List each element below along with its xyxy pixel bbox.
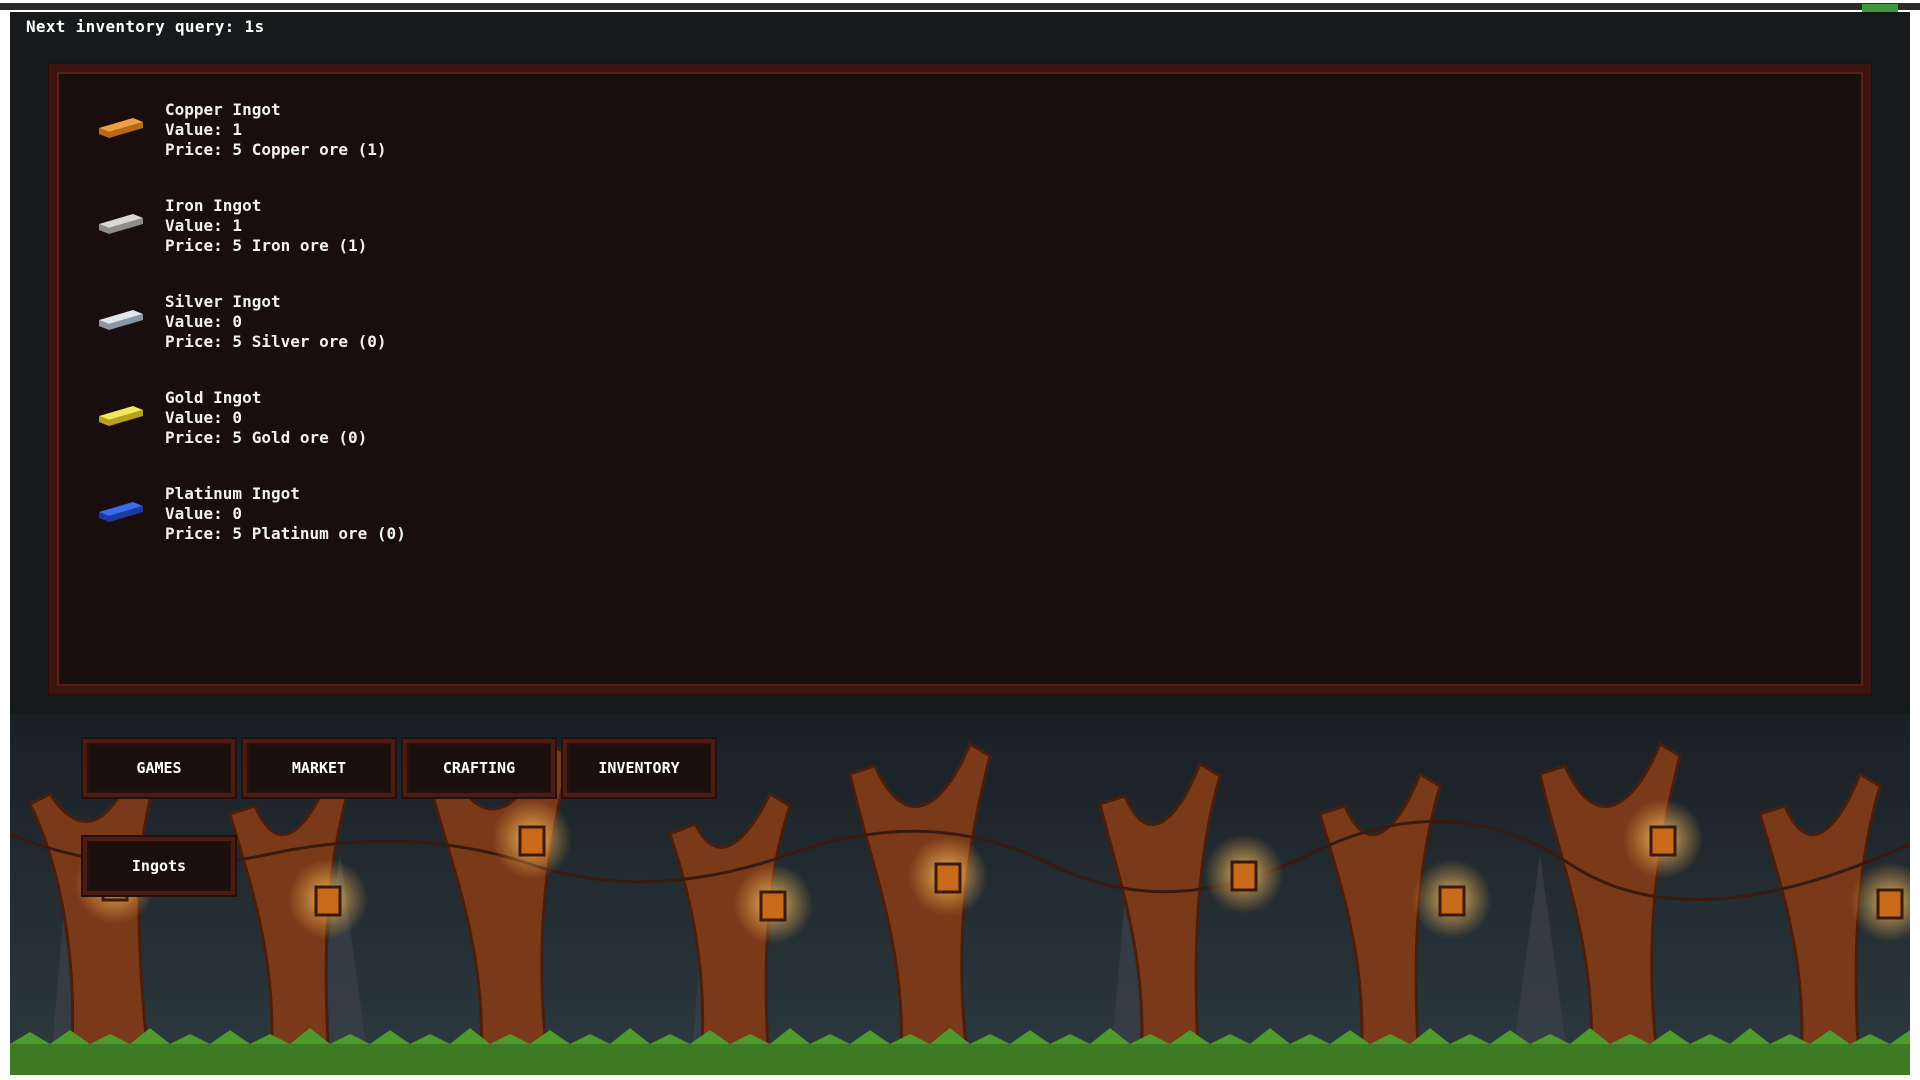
item-name: Iron Ingot [165,196,262,215]
top-border [0,3,1920,10]
ingot-list-panel: Copper Ingot Value: 1 Price: 5 Copper or… [49,64,1871,694]
item-name: Copper Ingot [165,100,281,119]
status-indicator [1862,4,1898,12]
item-price: Price: 5 Gold ore (0) [165,428,368,447]
inventory-button[interactable]: INVENTORY [563,739,715,797]
silver-ingot-icon [99,310,143,330]
game-window: Next inventory query: 1s Copper Ingot Va… [10,12,1910,1075]
crafting-button[interactable]: CRAFTING [403,739,555,797]
list-item: Iron Ingot Value: 1 Price: 5 Iron ore (1… [97,196,697,266]
list-item: Copper Ingot Value: 1 Price: 5 Copper or… [97,100,697,170]
item-value: Value: 1 [165,216,243,235]
item-name: Silver Ingot [165,292,281,311]
item-name: Platinum Ingot [165,484,300,503]
ingots-button[interactable]: Ingots [83,837,235,895]
market-button[interactable]: MARKET [243,739,395,797]
item-value: Value: 0 [165,408,243,427]
item-price: Price: 5 Silver ore (0) [165,332,387,351]
list-item: Silver Ingot Value: 0 Price: 5 Silver or… [97,292,697,362]
games-button[interactable]: GAMES [83,739,235,797]
item-price: Price: 5 Copper ore (1) [165,140,387,159]
item-price: Price: 5 Platinum ore (0) [165,524,406,543]
item-value: Value: 0 [165,504,243,523]
item-name: Gold Ingot [165,388,262,407]
platinum-ingot-icon [99,502,143,522]
copper-ingot-icon [99,118,143,138]
inventory-query-timer: Next inventory query: 1s [26,17,265,36]
list-item: Gold Ingot Value: 0 Price: 5 Gold ore (0… [97,388,697,458]
item-value: Value: 1 [165,120,243,139]
iron-ingot-icon [99,214,143,234]
item-value: Value: 0 [165,312,243,331]
gold-ingot-icon [99,406,143,426]
item-price: Price: 5 Iron ore (1) [165,236,368,255]
list-item: Platinum Ingot Value: 0 Price: 5 Platinu… [97,484,697,554]
